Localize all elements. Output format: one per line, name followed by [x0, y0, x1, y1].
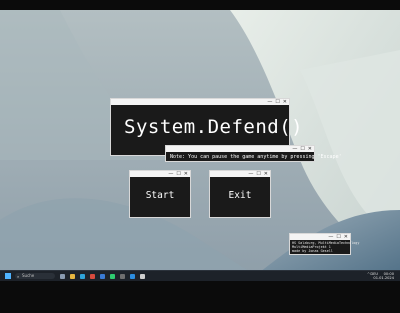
task-view-icon[interactable]	[60, 273, 65, 279]
search-placeholder: Suche	[22, 273, 35, 278]
close-icon[interactable]: ✕	[184, 171, 188, 177]
credits-window-titlebar[interactable]: — ☐ ✕	[290, 234, 350, 240]
start-window-titlebar[interactable]: — ☐ ✕	[130, 171, 190, 177]
game-title: System.Defend()	[124, 116, 304, 138]
credits-line: made by Jonas Gesell	[292, 249, 333, 254]
exit-button-label[interactable]: Exit	[210, 177, 270, 201]
edge-icon[interactable]	[80, 273, 85, 279]
title-window-titlebar[interactable]: — ☐ ✕	[111, 99, 289, 105]
pause-note: Note: You can pause the game anytime by …	[170, 154, 342, 160]
maximize-icon[interactable]: ☐	[300, 146, 304, 152]
search-icon: ⌕	[17, 273, 20, 279]
close-icon[interactable]: ✕	[264, 171, 268, 177]
exit-window-titlebar[interactable]: — ☐ ✕	[210, 171, 270, 177]
desktop: — ☐ ✕ System.Defend() — ☐ ✕ Note: You ca…	[0, 10, 400, 280]
taskbar-clock[interactable]: 00:00 01.01.2024	[373, 272, 394, 280]
minimize-icon[interactable]: —	[168, 171, 173, 177]
start-button-label[interactable]: Start	[130, 177, 190, 201]
credits-window: — ☐ ✕ HS Salzburg, MultiMediaTechnology …	[289, 233, 359, 255]
game-icon[interactable]	[140, 273, 145, 279]
note-window-titlebar[interactable]: — ☐ ✕	[166, 146, 314, 152]
spotify-icon[interactable]	[110, 273, 115, 279]
clock-date: 01.01.2024	[373, 276, 394, 280]
note-window: — ☐ ✕ Note: You can pause the game anyti…	[165, 145, 342, 162]
minimize-icon[interactable]: —	[328, 234, 333, 240]
minimize-icon[interactable]: —	[267, 99, 272, 105]
mail-icon[interactable]	[100, 273, 105, 279]
close-icon[interactable]: ✕	[344, 234, 348, 240]
minimize-icon[interactable]: —	[292, 146, 297, 152]
maximize-icon[interactable]: ☐	[256, 171, 260, 177]
terminal-icon[interactable]	[120, 273, 125, 279]
vscode-icon[interactable]	[130, 273, 135, 279]
files-icon[interactable]	[70, 273, 75, 279]
chrome-icon[interactable]	[90, 273, 95, 279]
maximize-icon[interactable]: ☐	[176, 171, 180, 177]
taskbar-search[interactable]: ⌕ Suche	[15, 272, 55, 279]
credits-text: HS Salzburg, MultiMediaTechnology MultiM…	[290, 240, 359, 254]
maximize-icon[interactable]: ☐	[275, 99, 279, 105]
start-button[interactable]: — ☐ ✕ Start	[129, 170, 191, 218]
close-icon[interactable]: ✕	[283, 99, 287, 105]
taskbar: ⌕ Suche ^ DEU 00:00 01.01.2024	[0, 270, 400, 281]
exit-button[interactable]: — ☐ ✕ Exit	[209, 170, 271, 218]
minimize-icon[interactable]: —	[248, 171, 253, 177]
maximize-icon[interactable]: ☐	[336, 234, 340, 240]
close-icon[interactable]: ✕	[308, 146, 312, 152]
windows-start-icon[interactable]	[5, 273, 11, 279]
